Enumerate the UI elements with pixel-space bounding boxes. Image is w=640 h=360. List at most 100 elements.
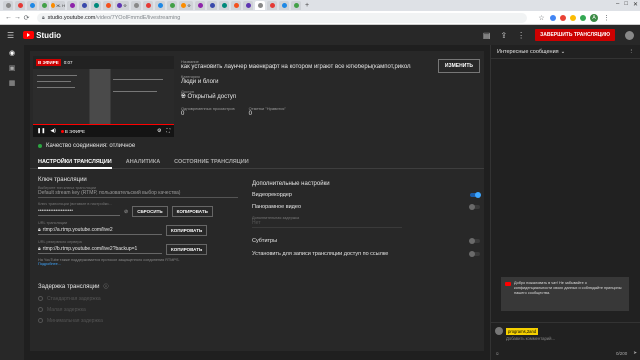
browser-tab[interactable] (103, 1, 113, 10)
browser-tab[interactable] (167, 1, 177, 10)
volume-icon[interactable]: ◀) (50, 128, 56, 134)
tab-analytics[interactable]: АНАЛИТИКА (126, 153, 160, 169)
chat-input[interactable]: Добавить комментарий... (506, 336, 637, 341)
latency-option[interactable]: Минимальная задержка (38, 315, 238, 326)
send-icon[interactable]: ➤ (633, 350, 637, 356)
browser-tab[interactable] (255, 1, 265, 10)
browser-tab[interactable]: Ф (115, 1, 129, 10)
browser-tab[interactable] (15, 1, 25, 10)
maximize-icon[interactable]: □ (624, 1, 628, 8)
new-tab-icon[interactable]: + (305, 2, 309, 9)
share-icon[interactable]: ⇪ (500, 31, 507, 40)
browser-tab[interactable] (291, 1, 301, 10)
edit-button[interactable]: ИЗМЕНИТЬ (437, 59, 480, 73)
connection-quality: Качество соединения: отличное (38, 143, 135, 149)
latency-option[interactable]: Малая задержка (38, 304, 238, 315)
minimize-icon[interactable]: – (616, 1, 619, 8)
eye-off-icon[interactable]: ⊘ (124, 209, 128, 215)
studio-logo[interactable]: Studio (23, 31, 61, 40)
backup-url-row: 🔒︎ rtmp://b.rtmp.youtube.com/live2?backup… (38, 244, 238, 255)
extension-icon[interactable] (550, 14, 556, 21)
learn-more-link[interactable]: Подробнее... (38, 262, 61, 266)
extension-icon[interactable] (560, 14, 566, 21)
tab-settings[interactable]: НАСТРОЙКИ ТРАНСЛЯЦИИ (38, 153, 112, 169)
dvr-toggle[interactable] (470, 191, 481, 198)
browser-tab[interactable] (155, 1, 165, 10)
url-input[interactable]: 🔒︎ studio.youtube.com/video/7YOoIFmmdE/l… (37, 12, 527, 23)
menu-icon[interactable]: ⋮ (602, 14, 611, 22)
favicon-icon (293, 3, 299, 8)
subs-toggle[interactable] (469, 237, 480, 244)
browser-tab[interactable] (91, 1, 101, 10)
stream-preview[interactable]: В ЭФИРЕ 0:07 ❚❚ ◀) В ЭФИРЕ ⚙ ⛶ (33, 56, 174, 137)
more-icon[interactable]: ⋮ (629, 49, 635, 55)
profile-avatar[interactable]: A (590, 13, 598, 22)
browser-tab[interactable] (219, 1, 229, 10)
latency-option[interactable]: Стандартная задержка (38, 293, 238, 304)
browser-tab[interactable] (195, 1, 205, 10)
favicon-icon (233, 3, 239, 8)
pause-icon[interactable]: ❚❚ (37, 128, 45, 134)
close-icon[interactable]: ✕ (633, 1, 638, 8)
browser-tab[interactable] (279, 1, 289, 10)
unlisted-toggle[interactable] (469, 250, 480, 257)
backup-url-field: 🔒︎ rtmp://b.rtmp.youtube.com/live2?backup… (38, 246, 162, 254)
latency-section: Задержка трансляции ⓘ Стандартная задерж… (38, 283, 238, 326)
chat-footer-right: 0/200 ➤ (616, 350, 637, 356)
browser-tab[interactable]: Ф (179, 1, 193, 10)
copy-url-button[interactable]: КОПИРОВАТЬ (166, 225, 208, 236)
lock-icon: 🔒︎ (38, 226, 41, 233)
browser-tab[interactable] (39, 1, 49, 10)
viewers-stat: Одновременных просмотров 0 (181, 106, 235, 117)
copy-key-button[interactable]: КОПИРОВАТЬ (171, 206, 213, 217)
preview-top: В ЭФИРЕ 0:07 (33, 56, 174, 69)
chat-input-area: programs,2and Добавить комментарий... ☺ … (491, 322, 640, 360)
browser-tab[interactable] (79, 1, 89, 10)
browser-tab[interactable] (27, 1, 37, 10)
copy-backup-button[interactable]: КОПИРОВАТЬ (166, 244, 208, 255)
tab-health[interactable]: СОСТОЯНИЕ ТРАНСЛЯЦИИ (174, 153, 249, 169)
delay-select[interactable]: Нет (252, 220, 402, 228)
browser-tab[interactable] (3, 1, 13, 10)
lock-icon: 🔒︎ (38, 245, 41, 252)
key-type-select[interactable]: Default stream key (RTMP, пользовательск… (38, 190, 238, 198)
chat-filter-dropdown[interactable]: Интересные сообщения ⌄ (497, 49, 565, 55)
pano-toggle[interactable] (469, 203, 480, 210)
back-icon[interactable]: ← (4, 14, 13, 21)
fullscreen-icon[interactable]: ⛶ (166, 128, 170, 134)
star-icon[interactable]: ☆ (537, 14, 546, 22)
logo-text: Studio (36, 30, 62, 40)
browser-tab[interactable] (243, 1, 253, 10)
nav-camera-icon[interactable]: ▣ (0, 60, 24, 75)
more-icon[interactable]: ⋮ (517, 31, 525, 40)
browser-tab[interactable] (131, 1, 141, 10)
emoji-icon[interactable]: ☺ (495, 351, 500, 356)
browser-tab[interactable] (67, 1, 77, 10)
favicon-icon (51, 3, 56, 8)
browser-tab[interactable] (143, 1, 153, 10)
browser-tab-label: Ж. Н (56, 3, 65, 8)
hamburger-icon[interactable]: ☰ (7, 31, 14, 40)
extension-icon[interactable] (580, 14, 586, 21)
unlisted-setting: Установить для записи трансляции доступ … (252, 249, 480, 258)
chat-username: programs,2and (506, 327, 539, 335)
browser-tab[interactable] (207, 1, 217, 10)
nav-manage-icon[interactable]: ▦ (0, 75, 24, 90)
nav-stream-icon[interactable]: ◉ (0, 45, 24, 60)
browser-tab[interactable] (267, 1, 277, 10)
browser-tab[interactable]: Ж. Н (51, 1, 65, 10)
settings-icon[interactable]: ⚙ (157, 128, 161, 134)
end-stream-button[interactable]: ЗАВЕРШИТЬ ТРАНСЛЯЦИЮ (535, 29, 615, 41)
extension-icon[interactable] (570, 14, 576, 21)
reload-icon[interactable]: ⟳ (22, 14, 31, 22)
stream-url-value[interactable]: rtmp://a.rtmp.youtube.com/live2 (43, 227, 113, 233)
reset-button[interactable]: СБРОСИТЬ (132, 206, 168, 217)
quality-text: Качество соединения: отличное (46, 143, 136, 149)
calendar-icon[interactable]: ▤ (483, 31, 491, 40)
browser-tab[interactable] (231, 1, 241, 10)
stream-key-field[interactable]: •••••••••••••••••••• (38, 208, 120, 216)
avatar[interactable] (625, 30, 634, 40)
help-icon[interactable]: ⓘ (104, 283, 109, 290)
forward-icon[interactable]: → (13, 14, 22, 21)
backup-url-value[interactable]: rtmp://b.rtmp.youtube.com/live2?backup=1 (43, 246, 138, 252)
